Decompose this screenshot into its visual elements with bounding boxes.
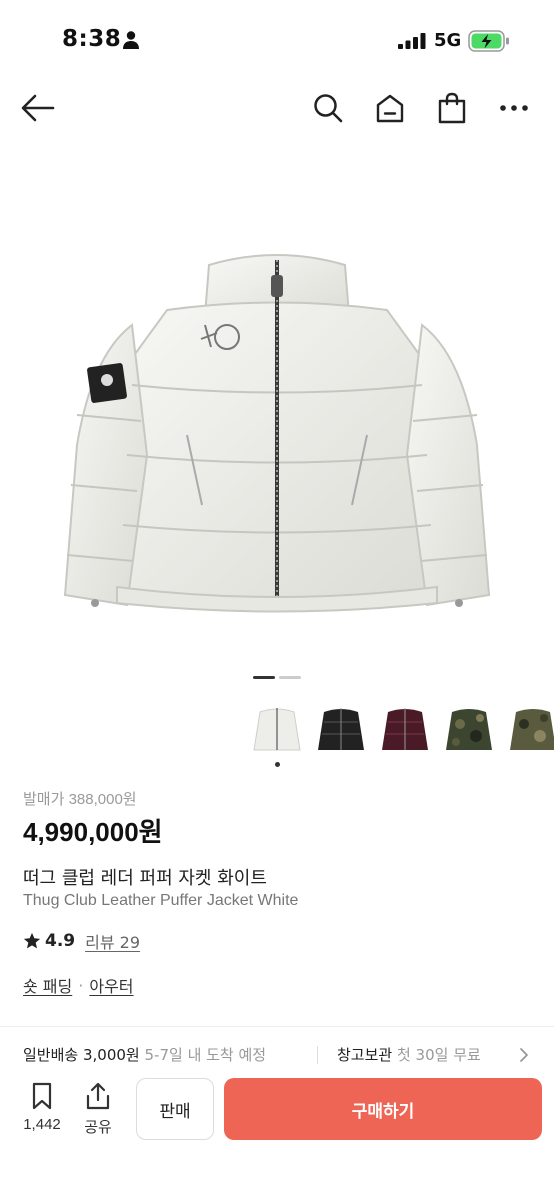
status-time: 8:38 bbox=[62, 26, 122, 52]
color-thumbnails bbox=[250, 700, 554, 772]
top-nav bbox=[0, 80, 554, 136]
thumbnail-camo-2[interactable] bbox=[506, 700, 554, 758]
review-link[interactable]: 리뷰 29 bbox=[85, 929, 140, 953]
shipping-label: 일반배송 3,000원 bbox=[23, 1046, 140, 1064]
product-name-english: Thug Club Leather Puffer Jacket White bbox=[23, 892, 299, 909]
shopping-bag-icon bbox=[438, 92, 466, 124]
star-icon bbox=[23, 932, 41, 949]
pager-segment-active bbox=[253, 676, 275, 679]
bookmark-icon bbox=[32, 1082, 52, 1110]
shipping-info[interactable]: 일반배송 3,000원 5-7일 내 도착 예정 bbox=[23, 1044, 266, 1065]
thumbnail-selected-dot bbox=[275, 762, 280, 767]
product-name-korean: 떠그 클럽 레더 퍼퍼 자켓 화이트 bbox=[23, 868, 267, 889]
storage-promo: 첫 30일 무료 bbox=[396, 1046, 481, 1064]
category-separator: · bbox=[78, 975, 84, 995]
storage-info[interactable]: 창고보관 첫 30일 무료 bbox=[337, 1044, 481, 1065]
share-icon bbox=[86, 1082, 110, 1110]
product-image[interactable] bbox=[0, 190, 554, 660]
share-label: 공유 bbox=[84, 1119, 112, 1136]
section-divider bbox=[0, 1026, 554, 1027]
sell-button[interactable]: 판매 bbox=[136, 1078, 214, 1140]
back-button[interactable] bbox=[20, 90, 56, 126]
battery-icon bbox=[468, 30, 509, 52]
more-button[interactable] bbox=[496, 90, 532, 126]
more-icon bbox=[500, 105, 528, 111]
release-price: 발매가 388,000원 bbox=[23, 791, 137, 808]
search-button[interactable] bbox=[310, 90, 346, 126]
status-bar: 8:38 5G bbox=[0, 0, 554, 80]
thumbnail-camo[interactable] bbox=[442, 700, 496, 758]
wishlist-count: 1,442 bbox=[23, 1116, 61, 1133]
thumbnail-black[interactable] bbox=[314, 700, 368, 758]
network-type: 5G bbox=[434, 30, 462, 51]
pager-segment bbox=[279, 676, 301, 679]
thumbnail-white[interactable] bbox=[250, 700, 304, 758]
shipping-eta: 5-7일 내 도착 예정 bbox=[144, 1046, 267, 1064]
image-pager bbox=[253, 676, 301, 680]
back-arrow-icon bbox=[21, 94, 55, 122]
home-button[interactable] bbox=[372, 90, 408, 126]
person-icon bbox=[123, 31, 139, 49]
signal-icon bbox=[398, 33, 426, 49]
chevron-right-icon[interactable] bbox=[518, 1047, 530, 1063]
info-separator bbox=[317, 1046, 318, 1064]
search-icon bbox=[314, 94, 343, 123]
storage-label: 창고보관 bbox=[337, 1046, 393, 1064]
thumbnail-burgundy[interactable] bbox=[378, 700, 432, 758]
share-button[interactable]: 공유 bbox=[76, 1082, 120, 1137]
rating-row: 4.9 리뷰 29 bbox=[23, 930, 140, 952]
category-link-short-padding[interactable]: 숏 패딩 bbox=[23, 973, 72, 997]
wishlist-button[interactable]: 1,442 bbox=[18, 1082, 66, 1133]
category-link-outer[interactable]: 아우터 bbox=[89, 973, 133, 997]
bag-button[interactable] bbox=[434, 90, 470, 126]
current-price: 4,990,000원 bbox=[23, 817, 163, 847]
jacket-image bbox=[63, 254, 491, 613]
bottom-action-bar: 1,442 공유 판매 구매하기 bbox=[0, 1072, 554, 1200]
home-icon bbox=[376, 94, 404, 123]
category-breadcrumb: 숏 패딩 · 아우터 bbox=[23, 973, 134, 997]
buy-button[interactable]: 구매하기 bbox=[224, 1078, 542, 1140]
rating-score: 4.9 bbox=[45, 931, 76, 951]
